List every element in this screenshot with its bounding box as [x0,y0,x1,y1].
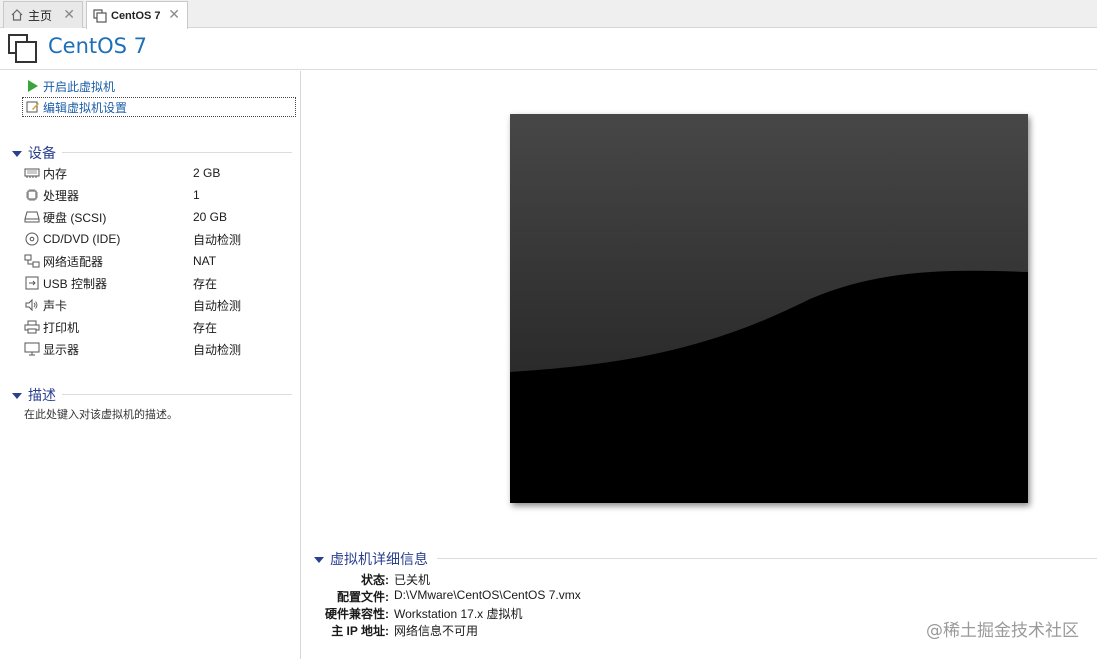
device-value: NAT [193,254,217,268]
page-title: CentOS 7 [48,34,148,58]
device-row-cd[interactable]: CD/DVD (IDE) 自动检测 [24,229,294,249]
detail-value-compat: Workstation 17.x 虚拟机 [394,607,523,621]
cd-icon [24,232,40,246]
cpu-icon [24,188,40,202]
tab-home[interactable]: 主页 ✕ [3,1,83,28]
device-row-usb[interactable]: USB 控制器 存在 [24,273,294,293]
section-divider [62,152,292,153]
tab-centos7-label: CentOS 7 [111,9,161,22]
collapse-triangle-icon [314,557,324,563]
devices-section-toggle[interactable]: 设备 [12,143,56,163]
device-name: USB 控制器 [43,276,108,291]
description-text[interactable]: 在此处键入对该虚拟机的描述。 [24,406,178,422]
device-row-display[interactable]: 显示器 自动检测 [24,339,294,359]
collapse-triangle-icon [12,151,22,157]
collapse-triangle-icon [12,393,22,399]
vm-icon [93,8,107,23]
device-value: 自动检测 [193,298,242,313]
detail-value-ip: 网络信息不可用 [394,624,479,638]
close-icon[interactable]: ✕ [168,7,180,21]
edit-settings-button[interactable]: 编辑虚拟机设置 [22,97,296,117]
vm-header: CentOS 7 [0,28,1097,70]
detail-key-ip: 主 IP 地址: [331,624,389,638]
device-value: 自动检测 [193,232,242,247]
devices-section-title: 设备 [28,145,56,161]
power-on-button[interactable]: 开启此虚拟机 [26,76,115,96]
printer-icon [24,320,40,334]
watermark: @稀土掘金技术社区 [926,621,1079,641]
usb-icon [24,276,40,290]
network-icon [24,254,40,268]
detail-value-status: 已关机 [394,573,431,587]
detail-key-compat: 硬件兼容性: [325,607,389,621]
device-row-sound[interactable]: 声卡 自动检测 [24,295,294,315]
description-section-toggle[interactable]: 描述 [12,385,56,405]
harddisk-icon [24,210,40,224]
device-name: 处理器 [43,188,80,203]
device-name: 硬盘 (SCSI) [43,210,107,225]
device-row-cpu[interactable]: 处理器 1 [24,185,294,205]
right-panel: 虚拟机详细信息 状态: 配置文件: 硬件兼容性: 主 IP 地址: 已关机 D:… [302,71,1097,659]
memory-icon [24,166,40,180]
display-icon [24,342,40,356]
device-value: 自动检测 [193,342,242,357]
sound-icon [24,298,40,312]
device-row-harddisk[interactable]: 硬盘 (SCSI) 20 GB [24,207,294,227]
left-panel: 开启此虚拟机 编辑虚拟机设置 设备 内存 2 GB 处理器 1 硬盘 (SCSI… [0,71,301,659]
device-name: CD/DVD (IDE) [43,232,121,246]
vm-icon [8,34,38,64]
section-divider [437,558,1097,559]
edit-settings-icon [26,100,40,114]
device-name: 网络适配器 [43,254,104,269]
play-icon [26,79,40,93]
device-value: 存在 [193,276,218,291]
device-name: 显示器 [43,342,80,357]
section-divider [62,394,292,395]
power-on-label: 开启此虚拟机 [43,79,116,94]
device-name: 打印机 [43,320,80,335]
device-value: 20 GB [193,210,228,224]
tab-home-label: 主页 [28,8,53,23]
device-name: 内存 [43,166,68,181]
detail-key-status: 状态: [361,573,389,587]
description-section-title: 描述 [28,387,56,403]
device-value: 存在 [193,320,218,335]
detail-key-config: 配置文件: [337,590,389,604]
details-section-title: 虚拟机详细信息 [330,551,428,567]
tab-centos7[interactable]: CentOS 7 ✕ [86,1,188,29]
edit-settings-label: 编辑虚拟机设置 [43,100,128,115]
tab-bar: 主页 ✕ CentOS 7 ✕ [0,0,1097,29]
device-name: 声卡 [43,298,68,313]
vm-screen-thumbnail[interactable] [510,114,1028,503]
device-row-memory[interactable]: 内存 2 GB [24,163,294,183]
device-row-network[interactable]: 网络适配器 NAT [24,251,294,271]
home-icon [10,8,24,22]
details-section-toggle[interactable]: 虚拟机详细信息 [314,549,428,569]
device-row-printer[interactable]: 打印机 存在 [24,317,294,337]
close-icon[interactable]: ✕ [63,7,75,21]
detail-value-config: D:\VMware\CentOS\CentOS 7.vmx [394,588,581,602]
device-value: 2 GB [193,166,221,180]
device-value: 1 [193,188,200,202]
